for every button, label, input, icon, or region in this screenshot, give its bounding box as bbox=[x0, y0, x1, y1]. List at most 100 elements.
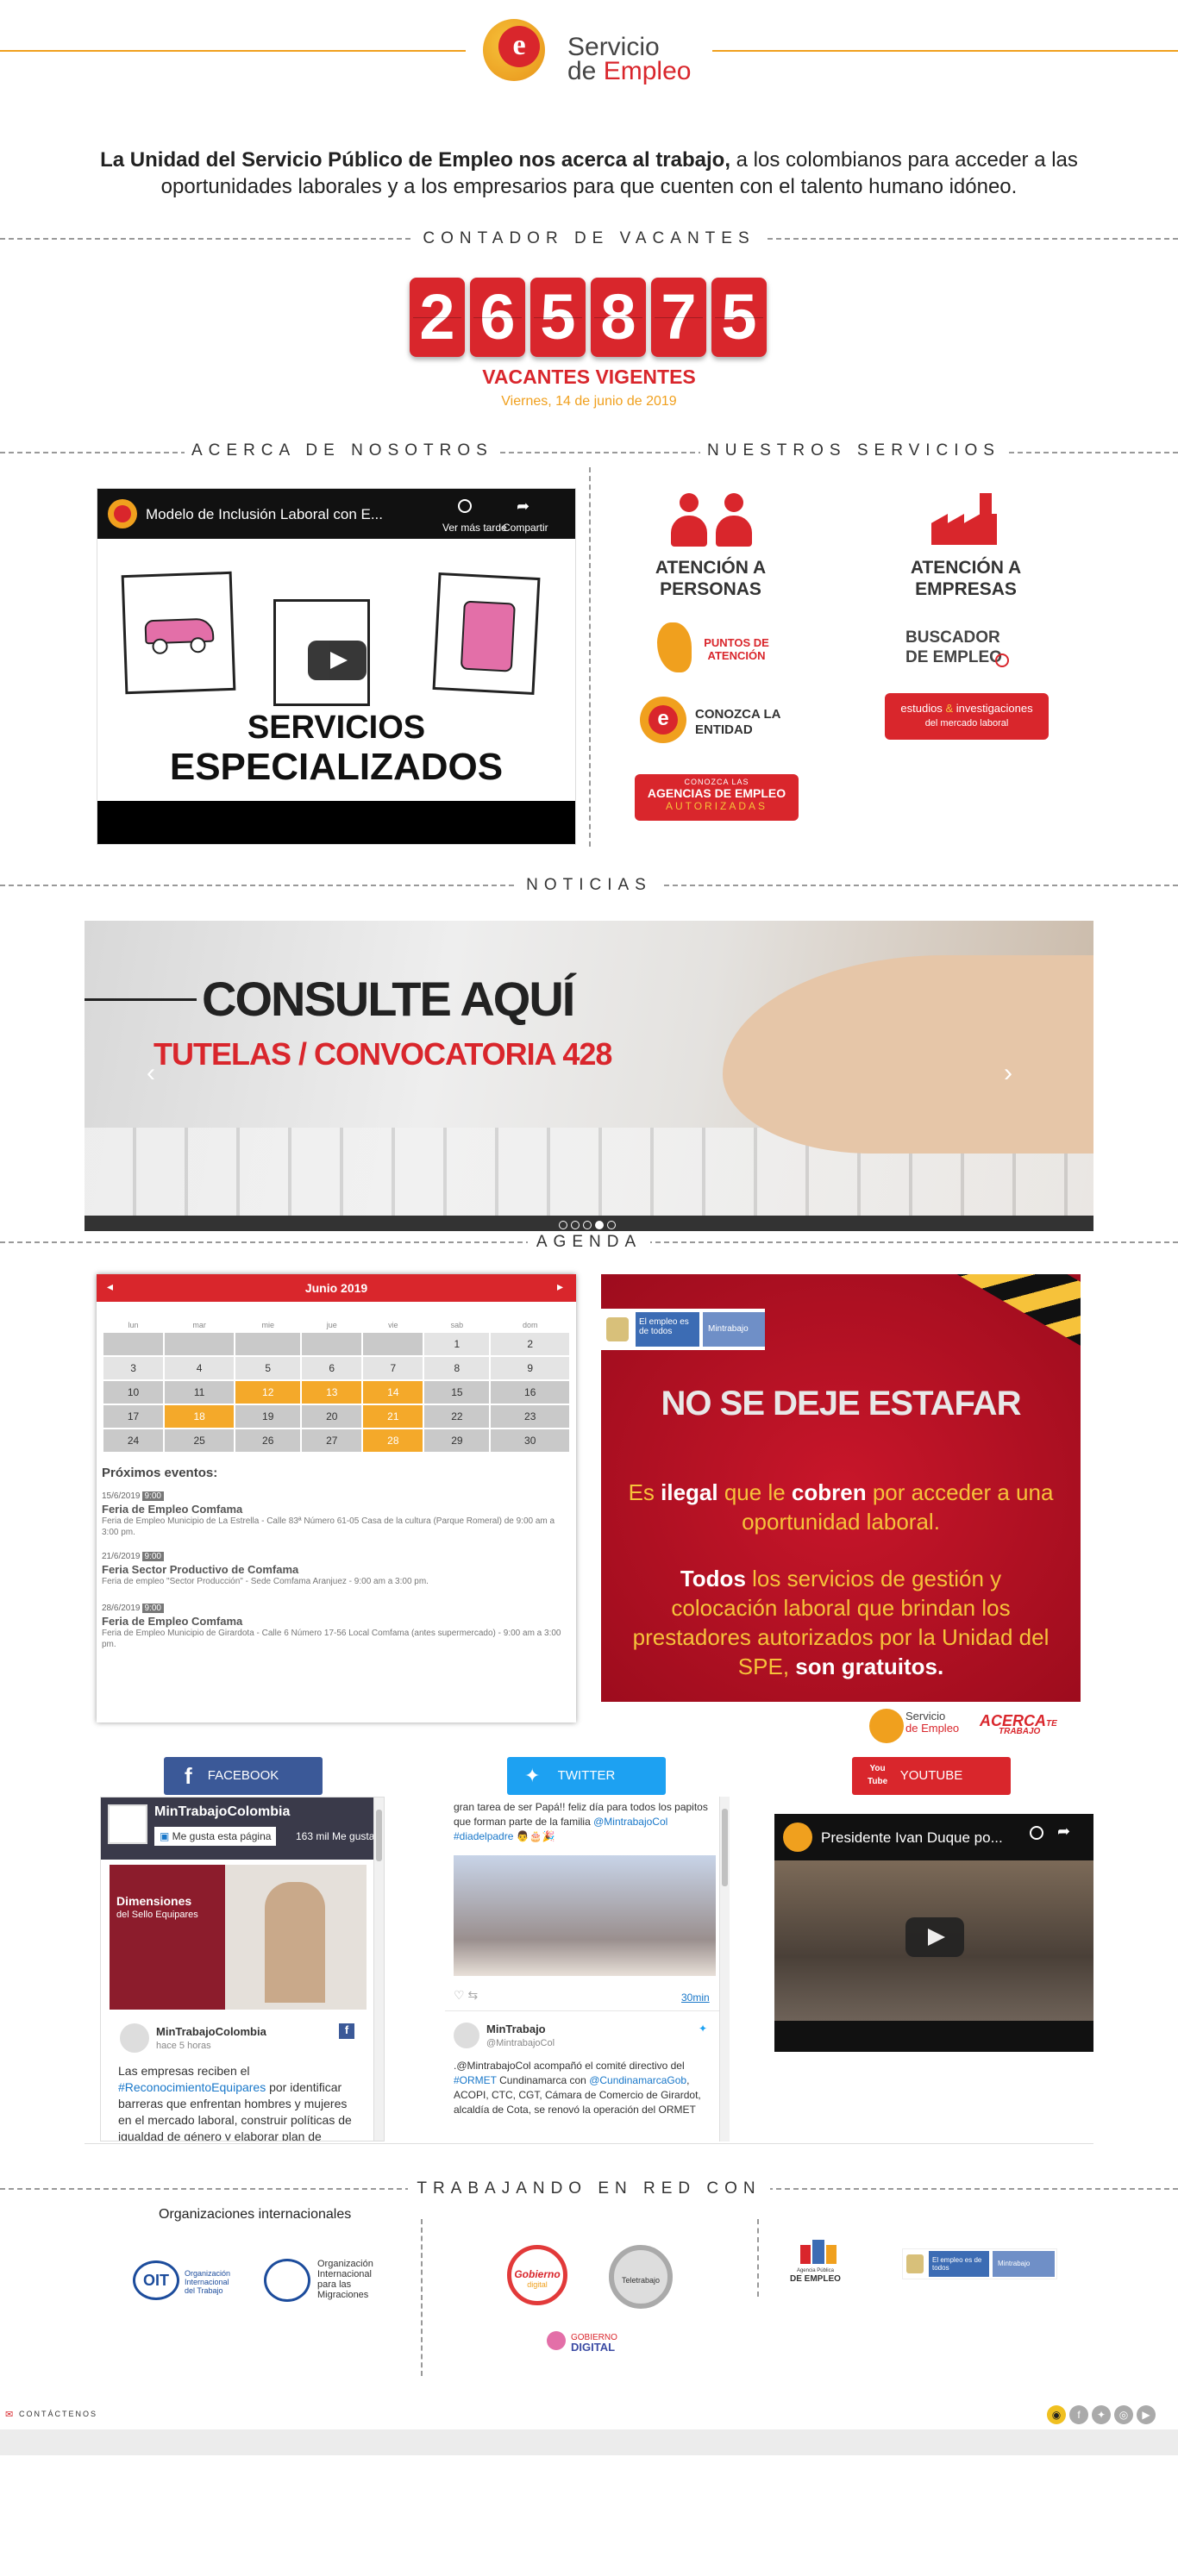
calendar-day[interactable]: 19 bbox=[235, 1405, 301, 1428]
calendar-day-event[interactable]: 28 bbox=[363, 1429, 423, 1452]
calendar-day[interactable]: 1 bbox=[424, 1333, 490, 1355]
watch-later-label[interactable]: Ver más tarde bbox=[442, 522, 507, 534]
calendar-day[interactable]: 29 bbox=[424, 1429, 490, 1452]
slider-dot[interactable] bbox=[571, 1221, 580, 1229]
facebook-feed[interactable]: MinTrabajoColombia ▣ Me gusta esta págin… bbox=[100, 1797, 385, 2141]
service-estudios-investigaciones[interactable]: estudios & investigaciones del mercado la… bbox=[885, 693, 1049, 740]
share-icon[interactable]: ➦ bbox=[1057, 1823, 1070, 1841]
entity-logo-icon[interactable]: e bbox=[640, 697, 686, 743]
channel-avatar[interactable] bbox=[108, 499, 137, 528]
youtube-channel-avatar[interactable] bbox=[783, 1823, 812, 1852]
tweet-photo[interactable] bbox=[454, 1855, 716, 1976]
calendar-day[interactable]: 30 bbox=[491, 1429, 569, 1452]
oit-logo-icon[interactable]: OIT bbox=[133, 2260, 179, 2300]
facebook-icon[interactable]: f bbox=[1069, 2405, 1088, 2424]
calendar-day[interactable]: 11 bbox=[165, 1381, 235, 1404]
teletrabajo-seal[interactable]: Teletrabajo bbox=[609, 2245, 673, 2309]
clock-icon[interactable] bbox=[458, 499, 472, 513]
youtube-video[interactable]: Presidente Ivan Duque po... ➦ bbox=[774, 1814, 1093, 2052]
fb-author[interactable]: MinTrabajoColombia bbox=[156, 2025, 266, 2038]
service-atencion-personas[interactable]: ATENCIÓN A PERSONAS bbox=[642, 557, 780, 600]
calendar-day-event[interactable]: 21 bbox=[363, 1405, 423, 1428]
service-agencias-autorizadas[interactable]: CONOZCA LAS AGENCIAS DE EMPLEO AUTORIZAD… bbox=[635, 774, 799, 821]
fb-page-avatar[interactable] bbox=[108, 1804, 147, 1844]
calendar-day[interactable]: 24 bbox=[103, 1429, 164, 1452]
service-conozca-entidad[interactable]: CONOZCA LA ENTIDAD bbox=[695, 707, 790, 738]
calendar-day[interactable]: 15 bbox=[424, 1381, 490, 1404]
slider-dot[interactable] bbox=[595, 1221, 604, 1229]
fb-like-button[interactable]: ▣ Me gusta esta página bbox=[154, 1827, 277, 1846]
envelope-icon[interactable]: ✉ bbox=[5, 2409, 13, 2420]
news-slider[interactable]: CONSULTE AQUÍ TUTELAS / CONVOCATORIA 428… bbox=[85, 921, 1093, 1231]
youtube-play-button[interactable] bbox=[905, 1917, 964, 1957]
mintrabajo-logo[interactable]: El empleo es de todos Mintrabajo bbox=[902, 2248, 1057, 2279]
about-video[interactable]: Modelo de Inclusión Laboral con E... Ver… bbox=[97, 488, 576, 845]
calendar-day[interactable]: 9 bbox=[491, 1357, 569, 1379]
agencia-empleo-logo[interactable]: Agencia Pública DE EMPLEO bbox=[790, 2267, 841, 2285]
youtube-icon[interactable]: ▶ bbox=[1137, 2405, 1156, 2424]
twitter-icon[interactable]: ✦ bbox=[1092, 2405, 1111, 2424]
service-atencion-empresas[interactable]: ATENCIÓN A EMPRESAS bbox=[897, 557, 1035, 600]
share-icon[interactable]: ➦ bbox=[517, 497, 529, 516]
calendar-day-event[interactable]: 12 bbox=[235, 1381, 301, 1404]
calendar-day[interactable]: 23 bbox=[491, 1405, 569, 1428]
instagram-icon[interactable]: ◎ bbox=[1114, 2405, 1133, 2424]
calendar-day[interactable]: 16 bbox=[491, 1381, 569, 1404]
scam-warning-banner[interactable]: El empleo es de todos Mintrabajo NO SE D… bbox=[601, 1274, 1081, 1702]
calendar-day[interactable]: 4 bbox=[165, 1357, 235, 1379]
oim-logo-icon[interactable] bbox=[264, 2259, 310, 2302]
tweet-author[interactable]: MinTrabajo bbox=[486, 2023, 546, 2035]
calendar-day[interactable]: 10 bbox=[103, 1381, 164, 1404]
calendar-day[interactable]: 17 bbox=[103, 1405, 164, 1428]
gobierno-digital-logo[interactable]: GOBIERNO DIGITAL bbox=[571, 2333, 617, 2354]
slider-dot[interactable] bbox=[607, 1221, 616, 1229]
gobierno-digital-seal[interactable]: Gobierno digital bbox=[507, 2245, 567, 2305]
colombia-map-icon[interactable] bbox=[657, 622, 692, 672]
calendar-day[interactable]: 26 bbox=[235, 1429, 301, 1452]
calendar-day-event[interactable]: 13 bbox=[302, 1381, 362, 1404]
calendar-day[interactable]: 6 bbox=[302, 1357, 362, 1379]
video-title[interactable]: Modelo de Inclusión Laboral con E... bbox=[146, 506, 383, 523]
factory-icon[interactable] bbox=[931, 493, 1000, 545]
slider-prev-icon[interactable]: ‹ bbox=[147, 1059, 155, 1088]
people-icon[interactable] bbox=[664, 493, 759, 548]
twitter-tab[interactable]: ✦ TWITTER bbox=[507, 1757, 666, 1795]
calendar-day-event[interactable]: 14 bbox=[363, 1381, 423, 1404]
event-item[interactable]: 21/6/2019 9:00 Feria Sector Productivo de… bbox=[102, 1552, 567, 1587]
calendar-day[interactable]: 8 bbox=[424, 1357, 490, 1379]
fb-post-image[interactable]: Dimensiones del Sello Equipares bbox=[110, 1865, 367, 2010]
tweet-time[interactable]: 30min bbox=[681, 1991, 710, 2004]
calendar-day[interactable]: 25 bbox=[165, 1429, 235, 1452]
youtube-tab[interactable]: You Tube YOUTUBE bbox=[852, 1757, 1011, 1795]
calendar-day[interactable]: 22 bbox=[424, 1405, 490, 1428]
tweet-actions-icon[interactable]: ♡ ⇆ bbox=[454, 1988, 478, 2003]
slider-dot[interactable] bbox=[559, 1221, 567, 1229]
video-play-button[interactable] bbox=[308, 641, 367, 680]
slider-dot[interactable] bbox=[583, 1221, 592, 1229]
event-item[interactable]: 15/6/2019 9:00 Feria de Empleo Comfama Fe… bbox=[102, 1491, 567, 1538]
fb-scrollbar[interactable] bbox=[373, 1798, 384, 2141]
event-item[interactable]: 28/6/2019 9:00 Feria de Empleo Comfama Fe… bbox=[102, 1604, 567, 1650]
share-label[interactable]: Compartir bbox=[503, 522, 548, 534]
banner-logo-text: El empleo es de todos bbox=[636, 1312, 699, 1347]
service-puntos-atencion[interactable]: PUNTOS DE ATENCIÓN bbox=[695, 636, 778, 662]
tweet-handle[interactable]: @MintrabajoCol bbox=[486, 2038, 555, 2048]
calendar-day[interactable]: 27 bbox=[302, 1429, 362, 1452]
calendar-day[interactable]: 5 bbox=[235, 1357, 301, 1379]
logo-e-icon[interactable]: e bbox=[498, 26, 540, 67]
twitter-feed[interactable]: gran tarea de ser Papá!! feliz día para … bbox=[445, 1797, 730, 2141]
eye-icon[interactable]: ◉ bbox=[1047, 2405, 1066, 2424]
twitter-scrollbar[interactable] bbox=[719, 1797, 730, 2141]
calendar-next-icon[interactable]: ▸ bbox=[557, 1279, 563, 1294]
youtube-video-title[interactable]: Presidente Ivan Duque po... bbox=[821, 1829, 1003, 1847]
clock-icon[interactable] bbox=[1030, 1826, 1043, 1840]
calendar-day[interactable]: 20 bbox=[302, 1405, 362, 1428]
slider-next-icon[interactable]: › bbox=[1004, 1059, 1012, 1088]
contact-link[interactable]: CONTÁCTENOS bbox=[19, 2410, 97, 2418]
facebook-tab[interactable]: f FACEBOOK bbox=[164, 1757, 323, 1795]
calendar-day[interactable]: 2 bbox=[491, 1333, 569, 1355]
calendar-day[interactable]: 7 bbox=[363, 1357, 423, 1379]
calendar-day[interactable]: 3 bbox=[103, 1357, 164, 1379]
fb-page-name[interactable]: MinTrabajoColombia bbox=[154, 1804, 290, 1820]
calendar-day-event[interactable]: 18 bbox=[165, 1405, 235, 1428]
